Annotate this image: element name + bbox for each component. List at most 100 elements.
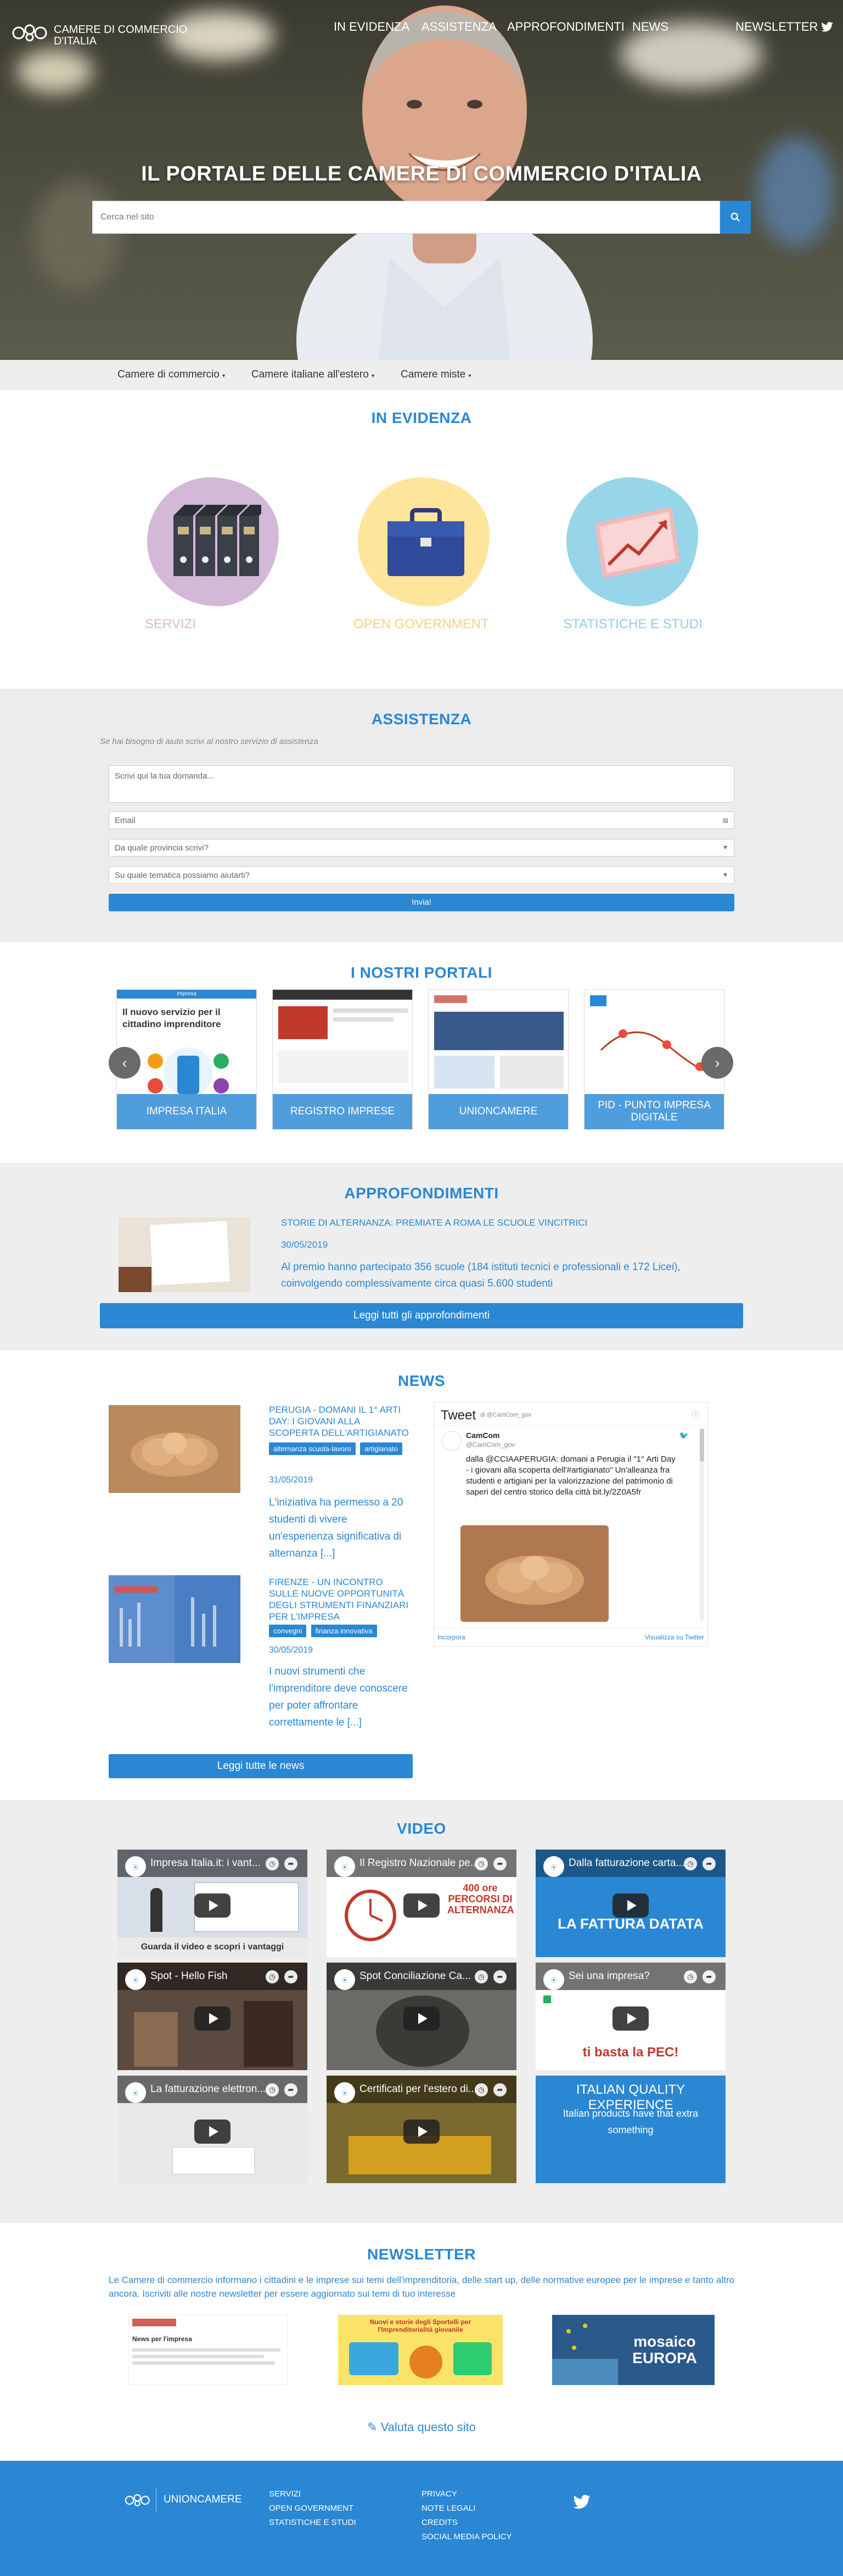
watch-later-icon[interactable]: ◷ — [266, 2083, 279, 2096]
tag[interactable]: finanza innovativa — [311, 1625, 377, 1637]
card-statistiche[interactable]: STATISTICHE E STUDI — [560, 477, 724, 642]
carousel-next-button[interactable]: › — [701, 1047, 733, 1079]
watch-later-icon[interactable]: ◷ — [475, 1857, 488, 1870]
watch-later-icon[interactable]: ◷ — [266, 1857, 279, 1870]
news-title[interactable]: FIRENZE - UN INCONTRO SULLE NUOVE OPPORT… — [269, 1576, 412, 1622]
submit-button[interactable]: Invia! — [109, 894, 734, 911]
article-thumbnail[interactable] — [119, 1217, 250, 1292]
search-input[interactable] — [93, 201, 720, 233]
tag[interactable]: artigianato — [360, 1442, 402, 1455]
video-card[interactable]: ITALIAN QUALITY EXPERIENCE Italian produ… — [536, 2076, 726, 2183]
watch-later-icon[interactable]: ◷ — [475, 1970, 488, 1983]
play-button[interactable] — [612, 2006, 649, 2031]
tweet-account-handle[interactable]: @CamCom_gov — [466, 1441, 515, 1448]
info-icon[interactable]: ⓘ — [692, 1409, 700, 1420]
footer-link-credits[interactable]: CREDITS — [422, 2518, 458, 2527]
article-title[interactable]: STORIE DI ALTERNANZA: PREMIATE A ROMA LE… — [281, 1217, 587, 1228]
question-textarea[interactable]: Scrivi qui la tua domanda... — [109, 765, 734, 803]
topic-select[interactable]: Su quale tematica possiamo aiutarti? ▼ — [109, 866, 734, 884]
share-icon[interactable]: ➦ — [493, 1857, 507, 1870]
twitter-by[interactable]: di @CamCom_gov — [480, 1412, 531, 1418]
portal-unioncamere[interactable]: UNIONCAMERE — [428, 989, 569, 1130]
share-icon[interactable]: ➦ — [284, 2083, 297, 2096]
province-select[interactable]: Da quale provincia scrivi? ▼ — [109, 839, 734, 856]
news-thumbnail-1[interactable] — [109, 1405, 240, 1493]
subnav-camere-di-commercio[interactable]: Camere di commercio ▾ — [117, 369, 225, 381]
watch-later-icon[interactable]: ◷ — [684, 1857, 697, 1870]
scrollbar-thumb[interactable] — [700, 1429, 704, 1462]
video-card[interactable]: ⦿ La fatturazione elettron... ◷ ➦ — [117, 2076, 307, 2183]
tweet-account-name[interactable]: CamCom — [466, 1431, 499, 1440]
twitter-icon[interactable] — [573, 2495, 591, 2509]
news-title[interactable]: PERUGIA - DOMANI IL 1° ARTI DAY: I GIOVA… — [269, 1404, 412, 1439]
unioncamere-logo-icon[interactable] — [124, 2489, 151, 2511]
twitter-icon[interactable] — [821, 22, 833, 32]
share-icon[interactable]: ➦ — [493, 1970, 507, 1983]
play-button[interactable] — [403, 2120, 440, 2144]
play-button[interactable] — [403, 2006, 440, 2031]
logo-text[interactable]: CAMERE DI COMMERCIO D'ITALIA — [54, 24, 187, 47]
portal-registro-imprese[interactable]: REGISTRO IMPRESE — [272, 989, 413, 1130]
news-thumbnail-2[interactable] — [109, 1575, 240, 1663]
all-news-button[interactable]: Leggi tutte le news — [109, 1754, 413, 1778]
footer-link-note-legali[interactable]: NOTE LEGALI — [422, 2504, 475, 2513]
share-icon[interactable]: ➦ — [493, 2083, 507, 2096]
channel-logo: ⦿ — [125, 1969, 146, 1990]
watch-later-icon[interactable]: ◷ — [475, 2083, 488, 2096]
nav-assistenza[interactable]: ASSISTENZA — [422, 20, 497, 34]
play-button[interactable] — [194, 2006, 231, 2031]
newsletter-mosaico-europa[interactable]: mosaico EUROPA — [552, 2315, 715, 2385]
video-card[interactable]: ⦿ Il Registro Nazionale pe... ◷ ➦ 400 or… — [327, 1850, 516, 1957]
play-button[interactable] — [403, 1893, 440, 1918]
footer-link-privacy[interactable]: PRIVACY — [422, 2489, 457, 2499]
video-card[interactable]: ⦿ Impresa Italia.it: i vant... ◷ ➦ Guard… — [117, 1850, 307, 1957]
play-button[interactable] — [194, 2120, 231, 2144]
footer-link-servizi[interactable]: SERVIZI — [269, 2489, 301, 2499]
email-field[interactable]: Email ▤ — [109, 811, 734, 829]
footer-link-statistiche[interactable]: STATISTICHE E STUDI — [269, 2518, 356, 2527]
tag[interactable]: convegni — [269, 1625, 307, 1637]
watch-later-icon[interactable]: ◷ — [684, 1970, 697, 1983]
nav-news[interactable]: NEWS — [632, 20, 668, 34]
newsletter-section: NEWSLETTER Le Camere di commercio inform… — [0, 2223, 843, 2461]
embed-link[interactable]: Incorpora — [437, 1633, 465, 1641]
tweet-text: dalla @CCIAAPERUGIA: domani a Perugia il… — [466, 1455, 676, 1497]
tag[interactable]: alternanza scuola-lavoro — [269, 1442, 356, 1455]
share-icon[interactable]: ➦ — [702, 1970, 716, 1983]
chevron-left-icon: ‹ — [122, 1054, 127, 1071]
video-card[interactable]: ⦿ Dalla fatturazione carta... ◷ ➦ LA FAT… — [536, 1850, 726, 1957]
news-date: 30/05/2019 — [269, 1645, 313, 1655]
video-card[interactable]: ⦿ Certificati per l'estero di... ◷ ➦ — [327, 2076, 516, 2183]
footer-link-open-government[interactable]: OPEN GOVERNMENT — [269, 2504, 353, 2513]
card-open-government[interactable]: OPEN GOVERNMENT — [351, 477, 516, 642]
footer-brand[interactable]: UNIONCAMERE — [164, 2494, 242, 2506]
rate-site-link[interactable]: ✎ Valuta questo sito — [0, 2420, 843, 2434]
all-approfondimenti-button[interactable]: Leggi tutti gli approfondimenti — [100, 1303, 743, 1328]
carousel-prev-button[interactable]: ‹ — [109, 1047, 140, 1079]
play-button[interactable] — [194, 1893, 231, 1918]
footer-link-social-media-policy[interactable]: SOCIAL MEDIA POLICY — [422, 2532, 512, 2541]
video-card[interactable]: ⦿ Sei una impresa? ◷ ➦ ti basta la PEC! — [536, 1963, 726, 2070]
logo-icon[interactable] — [11, 22, 49, 44]
video-card[interactable]: ⦿ Spot Conciliazione Ca... ◷ ➦ — [327, 1963, 516, 2070]
newsletter-sportelli[interactable]: Nuovi e storie degli Sportelli per l'Imp… — [338, 2315, 503, 2385]
video-card[interactable]: ⦿ Spot - Hello Fish ◷ ➦ — [117, 1963, 307, 2070]
view-on-twitter-link[interactable]: Visualizza su Twitter — [645, 1633, 704, 1641]
share-icon[interactable]: ➦ — [284, 1857, 297, 1870]
tweet-image[interactable] — [460, 1525, 609, 1622]
video-caption: Guarda il video e scopri i vantaggi — [117, 1937, 307, 1957]
nav-approfondimenti[interactable]: APPROFONDIMENTI — [507, 20, 625, 34]
nav-newsletter[interactable]: NEWSLETTER — [735, 20, 818, 34]
search-button[interactable] — [720, 201, 751, 234]
newsletter-news-impresa[interactable]: News per l'impresa — [128, 2315, 288, 2385]
play-button[interactable] — [612, 1893, 649, 1918]
share-icon[interactable]: ➦ — [284, 1970, 297, 1983]
card-servizi[interactable]: SERVIZI — [143, 477, 296, 642]
avatar[interactable] — [442, 1431, 462, 1451]
share-icon[interactable]: ➦ — [702, 1857, 716, 1870]
nav-in-evidenza[interactable]: IN EVIDENZA — [334, 20, 409, 34]
subnav-camere-miste[interactable]: Camere miste ▾ — [401, 369, 471, 381]
watch-later-icon[interactable]: ◷ — [266, 1970, 279, 1983]
subnav-camere-estero[interactable]: Camere italiane all'estero ▾ — [251, 369, 374, 381]
scrollbar[interactable] — [700, 1429, 704, 1621]
